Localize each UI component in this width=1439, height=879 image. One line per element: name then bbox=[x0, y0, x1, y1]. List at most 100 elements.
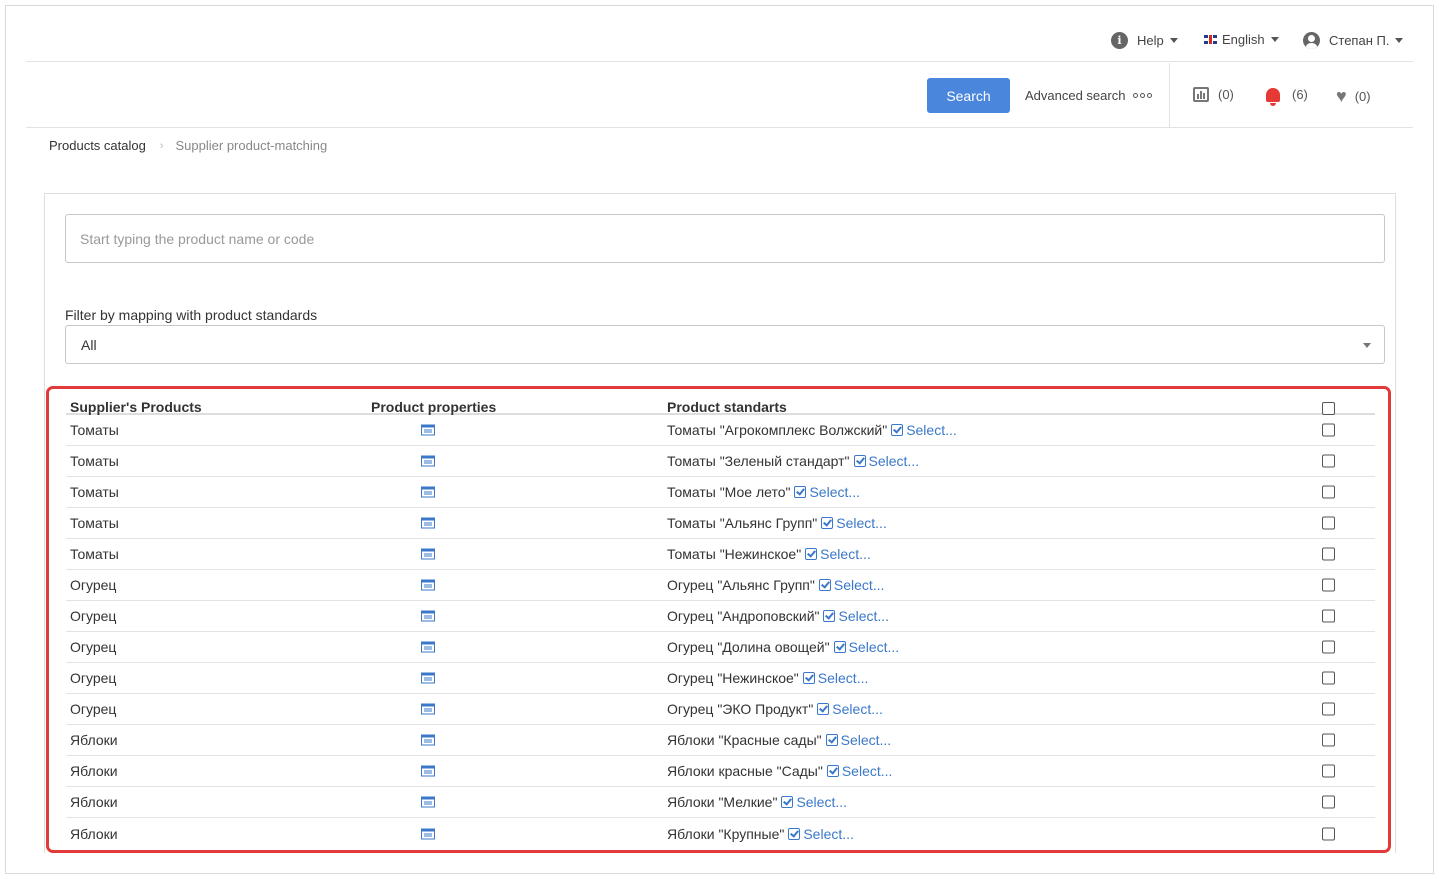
matching-table: Supplier's Products Product properties P… bbox=[66, 388, 1375, 849]
edit-icon[interactable] bbox=[825, 734, 838, 746]
row-checkbox[interactable] bbox=[1322, 578, 1335, 592]
user-name: Степан П. bbox=[1329, 33, 1390, 48]
bar-chart-icon bbox=[1193, 87, 1209, 102]
edit-icon[interactable] bbox=[826, 765, 839, 777]
select-standard-link[interactable]: Select... bbox=[849, 639, 900, 655]
edit-icon[interactable] bbox=[823, 610, 836, 622]
product-properties-button[interactable] bbox=[421, 828, 435, 839]
select-standard-link[interactable]: Select... bbox=[809, 484, 860, 500]
row-checkbox[interactable] bbox=[1322, 827, 1335, 840]
row-checkbox[interactable] bbox=[1322, 454, 1335, 468]
select-standard-link[interactable]: Select... bbox=[869, 453, 920, 469]
edit-icon[interactable] bbox=[788, 827, 801, 840]
edit-icon[interactable] bbox=[818, 579, 831, 591]
product-properties-button[interactable] bbox=[421, 672, 435, 684]
language-menu[interactable]: English bbox=[1204, 32, 1279, 47]
row-checkbox[interactable] bbox=[1322, 485, 1335, 499]
select-standard-link[interactable]: Select... bbox=[803, 826, 854, 842]
select-standard-link[interactable]: Select... bbox=[906, 422, 957, 438]
edit-icon[interactable] bbox=[853, 455, 866, 467]
row-checkbox[interactable] bbox=[1322, 764, 1335, 778]
product-standard-cell: Яблоки "Крупные" Select... bbox=[667, 826, 854, 842]
uk-flag-icon bbox=[1204, 35, 1217, 44]
product-properties-button[interactable] bbox=[421, 548, 435, 560]
product-standard-name: Томаты "Мое лето" bbox=[667, 484, 791, 500]
select-standard-link[interactable]: Select... bbox=[841, 732, 892, 748]
compare-counter[interactable]: (0) bbox=[1193, 87, 1234, 102]
search-button[interactable]: Search bbox=[927, 78, 1010, 113]
properties-icon bbox=[421, 765, 435, 777]
mapping-filter-select[interactable]: All bbox=[65, 325, 1385, 364]
edit-icon[interactable] bbox=[794, 486, 807, 498]
breadcrumb-products-catalog[interactable]: Products catalog bbox=[49, 138, 146, 153]
row-checkbox[interactable] bbox=[1322, 795, 1335, 809]
favorites-count: (0) bbox=[1354, 88, 1371, 104]
header-product-properties: Product properties bbox=[371, 399, 497, 415]
row-checkbox[interactable] bbox=[1322, 640, 1335, 654]
edit-icon[interactable] bbox=[805, 548, 818, 560]
chevron-down-icon bbox=[1169, 38, 1178, 43]
product-properties-button[interactable] bbox=[421, 455, 435, 467]
product-standard-name: Томаты "Альянс Групп" bbox=[667, 515, 818, 531]
product-standard-name: Огурец "Альянс Групп" bbox=[667, 577, 815, 593]
edit-icon[interactable] bbox=[817, 703, 830, 715]
edit-icon[interactable] bbox=[781, 796, 794, 808]
row-checkbox[interactable] bbox=[1322, 516, 1335, 530]
product-search-input[interactable]: Start typing the product name or code bbox=[65, 214, 1385, 263]
help-label: Help bbox=[1137, 33, 1164, 48]
notifications-count: (6) bbox=[1292, 87, 1308, 102]
product-properties-button[interactable] bbox=[421, 703, 435, 715]
product-properties-button[interactable] bbox=[421, 517, 435, 529]
edit-icon[interactable] bbox=[821, 517, 834, 529]
select-standard-link[interactable]: Select... bbox=[838, 608, 889, 624]
notifications-counter[interactable]: (6) bbox=[1266, 87, 1308, 106]
properties-icon bbox=[421, 641, 435, 653]
row-checkbox[interactable] bbox=[1322, 609, 1335, 623]
product-properties-button[interactable] bbox=[421, 765, 435, 777]
product-standard-cell: Томаты "Агрокомплекс Волжский" Select... bbox=[667, 422, 957, 438]
product-properties-button[interactable] bbox=[421, 610, 435, 622]
product-standard-name: Томаты "Агрокомплекс Волжский" bbox=[667, 422, 888, 438]
table-row: Томаты Томаты "Мое лето" Select... bbox=[66, 477, 1375, 508]
row-checkbox[interactable] bbox=[1322, 671, 1335, 685]
select-standard-link[interactable]: Select... bbox=[834, 577, 885, 593]
supplier-product-name: Яблоки bbox=[70, 732, 118, 748]
advanced-search-link[interactable]: Advanced search bbox=[1025, 88, 1153, 103]
header-supplier-products: Supplier's Products bbox=[70, 399, 202, 415]
select-standard-link[interactable]: Select... bbox=[818, 670, 869, 686]
chevron-down-icon bbox=[1395, 38, 1404, 43]
edit-icon[interactable] bbox=[833, 641, 846, 653]
product-standard-name: Яблоки "Мелкие" bbox=[667, 794, 778, 810]
select-all-checkbox[interactable] bbox=[1322, 402, 1335, 415]
user-menu[interactable]: Степан П. bbox=[1303, 32, 1404, 49]
row-checkbox[interactable] bbox=[1322, 702, 1335, 716]
chevron-down-icon bbox=[1270, 37, 1279, 42]
product-standard-cell: Огурец "Альянс Групп" Select... bbox=[667, 577, 884, 593]
select-standard-link[interactable]: Select... bbox=[836, 515, 887, 531]
product-properties-button[interactable] bbox=[421, 734, 435, 746]
supplier-product-name: Томаты bbox=[70, 422, 119, 438]
select-standard-link[interactable]: Select... bbox=[820, 546, 871, 562]
product-standard-name: Огурец "Андроповский" bbox=[667, 608, 820, 624]
favorites-counter[interactable]: ♥ (0) bbox=[1336, 87, 1371, 105]
product-properties-button[interactable] bbox=[421, 641, 435, 653]
edit-icon[interactable] bbox=[802, 672, 815, 684]
select-standard-link[interactable]: Select... bbox=[842, 763, 893, 779]
row-checkbox[interactable] bbox=[1322, 547, 1335, 561]
select-standard-link[interactable]: Select... bbox=[796, 794, 847, 810]
select-standard-link[interactable]: Select... bbox=[832, 701, 883, 717]
info-icon: i bbox=[1111, 32, 1128, 49]
product-properties-button[interactable] bbox=[421, 424, 435, 436]
table-row: Огурец Огурец "ЭКО Продукт" Select... bbox=[66, 694, 1375, 725]
product-properties-button[interactable] bbox=[421, 486, 435, 498]
help-menu[interactable]: i Help bbox=[1111, 32, 1178, 49]
edit-icon[interactable] bbox=[891, 424, 904, 436]
supplier-product-name: Огурец bbox=[70, 608, 117, 624]
header-product-standards: Product standarts bbox=[667, 399, 787, 415]
product-standard-cell: Яблоки "Мелкие" Select... bbox=[667, 794, 847, 810]
product-properties-button[interactable] bbox=[421, 796, 435, 808]
row-checkbox[interactable] bbox=[1322, 423, 1335, 437]
properties-icon bbox=[421, 455, 435, 467]
product-properties-button[interactable] bbox=[421, 579, 435, 591]
row-checkbox[interactable] bbox=[1322, 733, 1335, 747]
